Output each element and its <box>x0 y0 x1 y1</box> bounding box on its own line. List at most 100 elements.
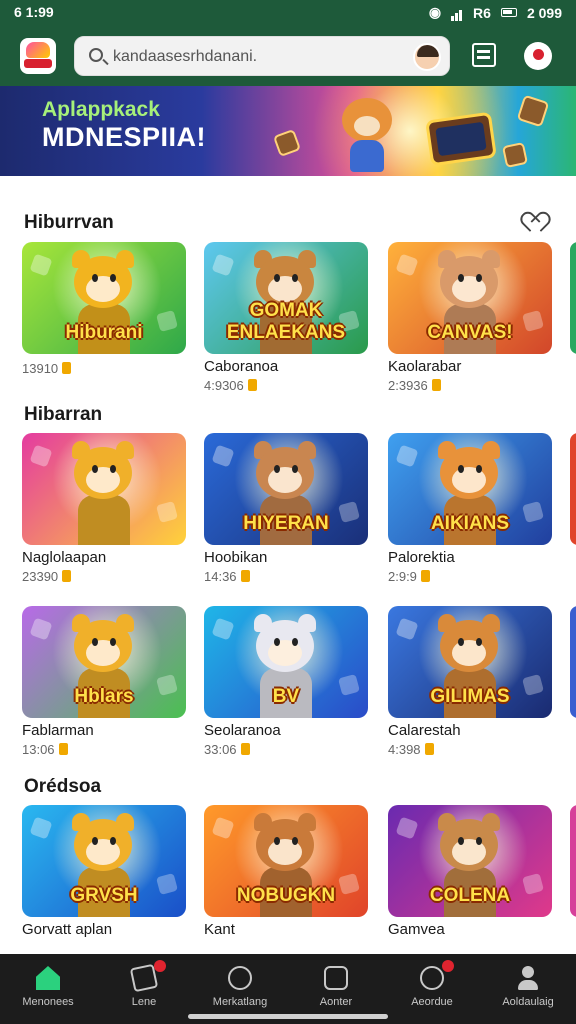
card-peek[interactable] <box>570 805 576 917</box>
game-thumbnail[interactable]: CANVAS! <box>388 242 552 354</box>
section-title: Hiburrvan <box>24 212 114 233</box>
list-icon[interactable] <box>472 43 496 67</box>
game-card[interactable]: COLENA Gamvea <box>388 805 552 938</box>
coin-icon <box>424 743 434 755</box>
game-title: Hoobikan <box>204 549 268 566</box>
game-meta: 23390 <box>22 568 186 584</box>
game-count: 2:9:9 <box>388 568 417 584</box>
status-bar: 6 1:99 ◉ R6 2 099 <box>0 0 576 26</box>
game-title: Naglolaapan <box>22 549 107 566</box>
notification-badge <box>442 960 454 972</box>
clock: 6 1:99 <box>14 4 54 20</box>
game-card[interactable]: CANVAS! Kaolarabar 2:3936 <box>388 242 552 393</box>
game-count: 23390 <box>22 568 59 584</box>
app-logo[interactable] <box>20 38 56 74</box>
coin-icon <box>62 362 72 374</box>
game-thumbnail[interactable]: BV <box>204 606 368 718</box>
game-title: Gamvea <box>388 921 445 938</box>
nav-item-search[interactable]: Aeordue <box>384 954 480 1024</box>
battery-icon <box>500 8 517 17</box>
search-input[interactable]: kandaasesrhdanani. <box>113 48 257 66</box>
game-thumbnail[interactable]: GOMAK ENLAEKANS <box>204 242 368 354</box>
game-title: Seolaranoa <box>204 722 281 739</box>
home-indicator[interactable] <box>188 1014 388 1019</box>
game-thumbnail[interactable]: AIKIANS <box>388 433 552 545</box>
game-thumbnail[interactable]: GILIMAS <box>388 606 552 718</box>
section-title: Orédsoa <box>24 776 102 797</box>
network-label: R6 <box>473 4 491 21</box>
wifi-icon: ◉ <box>428 4 442 20</box>
game-meta: 4:398 <box>388 741 552 757</box>
game-thumbnail[interactable]: COLENA <box>388 805 552 917</box>
coin-icon <box>58 743 68 755</box>
banner-title: MDNESPIIA! <box>42 122 207 152</box>
game-logo-text: AIKIANS <box>430 513 510 534</box>
game-meta: 2:9:9 <box>388 568 552 584</box>
nav-label: Aeordue <box>411 996 453 1008</box>
game-card[interactable]: GOMAK ENLAEKANS Caboranoa 4:9306 <box>204 242 368 393</box>
app-header: kandaasesrhdanani. <box>0 26 576 86</box>
game-card[interactable]: NOBUGKN Kant <box>204 805 368 938</box>
game-count: 4:398 <box>388 741 421 757</box>
game-count: 4:9306 <box>204 377 244 393</box>
coin-icon <box>247 379 257 391</box>
notification-icon[interactable] <box>524 42 552 70</box>
game-logo-text: GOMAK ENLAEKANS <box>226 300 346 343</box>
game-card[interactable]: GRVSH Gorvatt aplan <box>22 805 186 938</box>
nav-item-home[interactable]: Menonees <box>0 954 96 1024</box>
game-thumbnail[interactable]: GRVSH <box>22 805 186 917</box>
game-card[interactable]: Naglolaapan 23390 <box>22 433 186 584</box>
game-meta: 4:9306 <box>204 377 368 393</box>
game-card[interactable]: AIKIANS Palorektia 2:9:9 <box>388 433 552 584</box>
nav-label: Aonter <box>319 996 353 1008</box>
nav-label: Merkatlang <box>212 996 268 1008</box>
nav-label: Lene <box>131 996 157 1008</box>
game-count: 2:3936 <box>388 377 428 393</box>
banner-game-box <box>425 111 497 167</box>
game-meta: 14:36 <box>204 568 368 584</box>
coin-icon <box>431 379 441 391</box>
game-thumbnail[interactable]: Hiburani <box>22 242 186 354</box>
banner-dice-icon <box>501 141 529 169</box>
game-card[interactable]: Hiburani 13910 <box>22 242 186 376</box>
game-meta: 13:06 <box>22 741 186 757</box>
game-logo-text: BV <box>272 686 300 707</box>
heart-icon[interactable] <box>526 214 546 232</box>
game-card[interactable]: Hblars Fablarman 13:06 <box>22 606 186 757</box>
notification-badge <box>154 960 166 972</box>
game-meta: 2:3936 <box>388 377 552 393</box>
game-card[interactable]: BV Seolaranoa 33:06 <box>204 606 368 757</box>
game-title: Palorektia <box>388 549 455 566</box>
game-title: Gorvatt aplan <box>22 921 113 938</box>
search-bar[interactable]: kandaasesrhdanani. <box>74 36 450 76</box>
nav-item-profile[interactable]: Aoldaulaig <box>480 954 576 1024</box>
game-card[interactable]: HIYERAN Hoobikan 14:36 <box>204 433 368 584</box>
game-meta: 33:06 <box>204 741 368 757</box>
card-peek[interactable] <box>570 242 576 354</box>
game-thumbnail[interactable]: NOBUGKN <box>204 805 368 917</box>
game-logo-text: COLENA <box>429 885 511 906</box>
signal-icon <box>451 5 463 21</box>
game-thumbnail[interactable]: Hblars <box>22 606 186 718</box>
avatar[interactable] <box>413 43 441 71</box>
game-logo-text: Hblars <box>74 686 134 707</box>
game-thumbnail[interactable] <box>22 433 186 545</box>
game-logo-text: Hiburani <box>65 322 143 343</box>
search-icon <box>89 48 103 62</box>
section-title: Hibarran <box>24 404 103 425</box>
game-count: 33:06 <box>204 741 237 757</box>
account-icon <box>324 966 348 990</box>
nav-item-game[interactable]: Lene <box>96 954 192 1024</box>
game-title: Kaolarabar <box>388 358 462 375</box>
game-card[interactable]: GILIMAS Calarestah 4:398 <box>388 606 552 757</box>
card-peek[interactable] <box>570 433 576 545</box>
market-icon <box>228 966 252 990</box>
game-count: 14:36 <box>204 568 237 584</box>
nav-label: Aoldaulaig <box>502 996 554 1008</box>
game-logo-text: NOBUGKN <box>236 885 336 906</box>
game-thumbnail[interactable]: HIYERAN <box>204 433 368 545</box>
coin-icon <box>240 743 250 755</box>
game-logo-text: GILIMAS <box>430 686 510 707</box>
promo-banner[interactable]: Aplappkack MDNESPIIA! <box>0 86 576 176</box>
card-peek[interactable] <box>570 606 576 718</box>
